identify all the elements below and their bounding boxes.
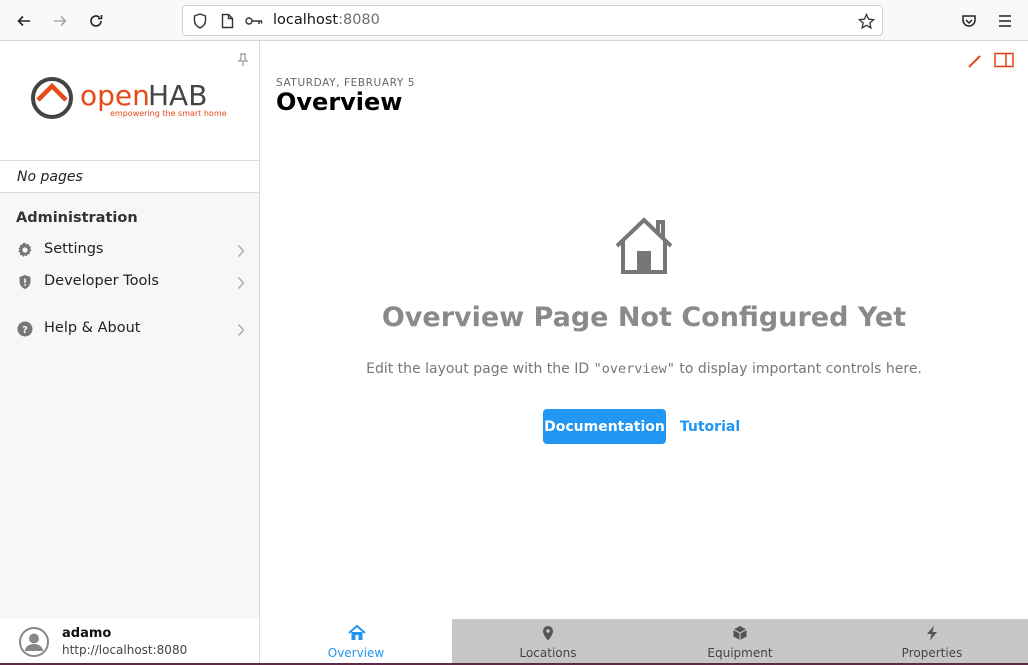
side-panel-button[interactable] <box>994 52 1014 70</box>
tab-locations[interactable]: Locations <box>452 619 644 665</box>
empty-state-text: Edit the layout page with the ID "overvi… <box>260 361 1028 377</box>
chevron-right-icon <box>237 322 245 341</box>
sidebar-item-settings[interactable]: Settings <box>0 234 259 266</box>
address-bar[interactable]: localhost:8080 <box>182 5 883 36</box>
url-text[interactable]: localhost:8080 <box>273 12 380 28</box>
home-icon <box>348 624 366 641</box>
forward-button[interactable] <box>47 8 73 34</box>
tab-properties[interactable]: Properties <box>836 619 1028 665</box>
bolt-icon <box>924 625 940 641</box>
sidebar-item-developer-tools[interactable]: Developer Tools <box>0 266 259 298</box>
user-server-url: http://localhost:8080 <box>62 643 188 657</box>
edit-button[interactable] <box>966 52 984 70</box>
url-host: localhost <box>273 12 339 28</box>
browser-toolbar: localhost:8080 <box>0 0 1028 41</box>
sidebar-item-label: Developer Tools <box>44 273 159 289</box>
tab-overview[interactable]: Overview <box>260 619 452 665</box>
hamburger-icon <box>999 15 1011 27</box>
tab-label: Locations <box>519 646 577 660</box>
empty-text-before: Edit the layout page with the ID <box>366 361 594 377</box>
arrow-right-icon <box>54 15 67 27</box>
logo-tagline: empowering the smart home <box>110 109 227 118</box>
openhab-logo: open HAB empowering the smart home <box>30 75 230 127</box>
logo-text-open: open <box>80 79 150 112</box>
reload-icon <box>90 15 103 27</box>
tab-label: Equipment <box>707 646 773 660</box>
bookmark-star-icon[interactable] <box>857 12 875 30</box>
user-panel[interactable]: adamo http://localhost:8080 <box>0 619 260 665</box>
arrow-left-icon <box>17 15 30 27</box>
user-avatar-icon <box>19 627 49 657</box>
page-icon[interactable] <box>218 12 236 30</box>
key-icon[interactable] <box>245 12 263 30</box>
no-pages-label: No pages <box>17 169 83 185</box>
main-content: SATURDAY, FEBRUARY 5 Overview Overview P… <box>260 41 1028 619</box>
page-title: Overview <box>276 88 403 116</box>
tab-label: Properties <box>901 646 963 660</box>
documentation-button[interactable]: Documentation <box>543 409 666 444</box>
pin-icon[interactable] <box>237 52 249 71</box>
tutorial-button[interactable]: Tutorial <box>674 409 746 444</box>
empty-text-code: "overview" <box>593 361 675 377</box>
url-port: :8080 <box>338 12 380 28</box>
tab-equipment[interactable]: Equipment <box>644 619 836 665</box>
gear-icon <box>17 242 33 258</box>
sidebar-panel-icon <box>994 52 1014 68</box>
administration-heading: Administration <box>16 210 138 226</box>
user-name: adamo <box>62 626 112 641</box>
map-pin-icon <box>540 625 556 641</box>
chevron-right-icon <box>237 275 245 294</box>
question-circle-icon: ? <box>17 321 33 337</box>
no-pages-item: No pages <box>0 161 259 193</box>
shield-icon <box>17 274 33 290</box>
logo-area: open HAB empowering the smart home <box>0 41 259 161</box>
sidebar-item-label: Settings <box>44 241 104 257</box>
cube-icon <box>732 625 748 641</box>
pocket-icon <box>962 15 976 27</box>
pocket-button[interactable] <box>956 8 982 34</box>
avatar <box>19 627 49 657</box>
logo-text-hab: HAB <box>148 79 207 112</box>
chevron-right-icon <box>237 243 245 262</box>
sidebar: open HAB empowering the smart home No pa… <box>0 41 260 619</box>
reload-button[interactable] <box>83 8 109 34</box>
svg-text:?: ? <box>22 325 28 336</box>
empty-text-after: to display important controls here. <box>674 361 922 377</box>
shield-icon[interactable] <box>191 12 209 30</box>
bottom-tab-bar: Overview Locations Equipment Properties <box>260 619 1028 665</box>
empty-state-title: Overview Page Not Configured Yet <box>381 302 907 333</box>
sidebar-item-label: Help & About <box>44 320 141 336</box>
sidebar-item-help-about[interactable]: ? Help & About <box>0 313 259 345</box>
pencil-icon <box>968 55 981 68</box>
app-menu-button[interactable] <box>992 8 1018 34</box>
home-icon <box>612 216 676 280</box>
back-button[interactable] <box>11 8 37 34</box>
tab-label: Overview <box>327 646 385 660</box>
